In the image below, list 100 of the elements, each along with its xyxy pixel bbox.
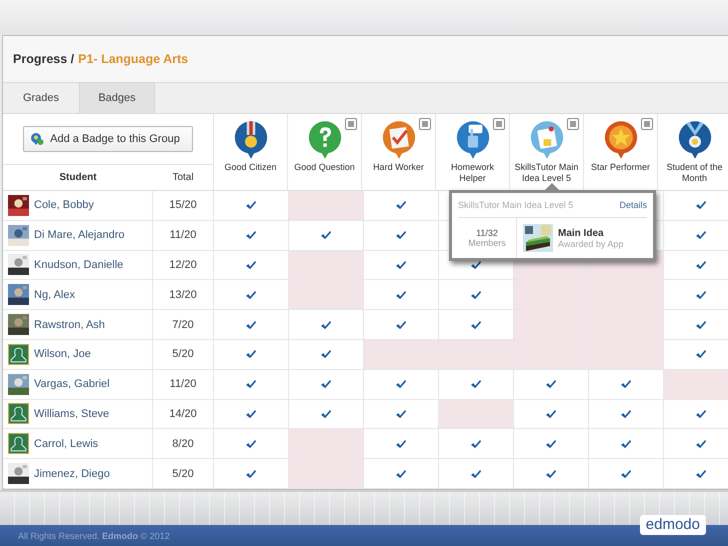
check-icon — [695, 408, 707, 419]
check-icon — [320, 379, 332, 390]
check-icon — [245, 438, 257, 449]
check-icon — [695, 468, 707, 479]
member-count: 11/32 — [476, 228, 498, 238]
check-icon — [545, 408, 557, 419]
copyright-text: All Rights Reserved. Edmodo © 2012 — [18, 530, 170, 540]
checkbox[interactable] — [345, 118, 357, 130]
check-icon — [320, 349, 332, 360]
student-name[interactable]: Di Mare, Alejandro — [34, 229, 124, 242]
question-badge-icon — [308, 120, 342, 160]
student-name[interactable]: Wilson, Joe — [34, 348, 91, 360]
student-name[interactable]: Cole, Bobby — [34, 199, 94, 212]
check-icon — [245, 468, 257, 479]
check-icon — [470, 290, 482, 300]
check-icon — [395, 260, 407, 270]
medal-badge-icon — [678, 120, 712, 160]
checkbox[interactable] — [419, 118, 431, 130]
check-icon — [320, 230, 332, 240]
check-icon — [395, 230, 407, 240]
logo: edmodo — [640, 515, 706, 535]
badge-name: Hard Worker — [372, 162, 425, 173]
check-icon — [245, 290, 257, 300]
column-header: Student — [58, 172, 98, 183]
badge-add-icon — [30, 132, 44, 146]
check-icon — [695, 290, 707, 300]
badge-name: Good Question — [293, 162, 356, 173]
check-icon — [695, 349, 707, 360]
check-icon — [395, 408, 407, 419]
avatar-icon — [8, 403, 29, 424]
check-icon — [545, 468, 557, 479]
checkmark-badge-icon — [382, 120, 416, 160]
badge-name: Student of the Month — [665, 162, 724, 184]
student-name[interactable]: Rawstron, Ash — [34, 318, 105, 331]
popover-title: SkillsTutor Main Idea Level 5 — [458, 200, 574, 210]
check-icon — [320, 320, 332, 330]
student-name[interactable]: Williams, Steve — [34, 408, 110, 420]
checkbox[interactable] — [641, 118, 653, 130]
avatar-icon — [8, 433, 29, 454]
table-cell: 5/20 — [153, 459, 214, 488]
avatar-icon — [8, 344, 29, 365]
check-icon — [395, 290, 407, 300]
student-name[interactable]: Vargas, Gabriel — [34, 378, 110, 390]
student-name[interactable]: Knudson, Danielle — [34, 258, 124, 271]
check-icon — [545, 379, 557, 390]
check-icon — [695, 230, 707, 240]
check-icon — [245, 230, 257, 240]
star-badge-icon — [604, 120, 638, 160]
tab[interactable]: Grades — [3, 83, 79, 113]
table-cell: 12/20 — [153, 250, 214, 280]
check-icon — [245, 349, 257, 360]
details-link[interactable]: Details — [619, 200, 647, 210]
check-icon — [395, 379, 407, 390]
check-icon — [395, 320, 407, 330]
check-icon — [245, 320, 257, 330]
table-cell: 11/20 — [153, 220, 214, 250]
tab[interactable]: Badges — [79, 83, 155, 113]
table-cell: 5/20 — [153, 340, 214, 369]
table-cell: 13/20 — [153, 280, 214, 310]
hand-badge-icon — [456, 120, 490, 160]
checkbox[interactable] — [493, 118, 505, 130]
check-icon — [395, 468, 407, 479]
check-icon — [395, 200, 407, 210]
check-icon — [245, 379, 257, 390]
check-icon — [470, 320, 482, 330]
group-title: P1- Language Arts — [78, 52, 188, 66]
check-icon — [695, 260, 707, 270]
student-name[interactable]: Ng, Alex — [34, 288, 75, 301]
check-icon — [395, 438, 407, 449]
app-note: Awarded by App — [558, 238, 624, 248]
student-name[interactable]: Jimenez, Diego — [34, 468, 110, 480]
table-cell: 15/20 — [153, 191, 214, 220]
check-icon — [245, 260, 257, 270]
card-badge-icon — [530, 120, 564, 160]
check-icon — [620, 408, 632, 419]
table-cell: 14/20 — [153, 400, 214, 428]
check-icon — [695, 320, 707, 330]
check-icon — [545, 438, 557, 449]
student-name[interactable]: Carrol, Lewis — [34, 438, 98, 450]
add-badge-button[interactable]: Add a Badge to this Group — [23, 126, 193, 152]
member-label: Members — [468, 238, 506, 248]
breadcrumb-root[interactable]: Progress / — [13, 52, 74, 66]
check-icon — [470, 379, 482, 390]
badge-name: SkillsTutor Main Idea Level 5 — [514, 162, 580, 184]
check-icon — [620, 468, 632, 479]
check-icon — [620, 379, 632, 390]
check-icon — [695, 200, 707, 210]
checkbox[interactable] — [567, 118, 579, 130]
table-cell: 8/20 — [153, 429, 214, 458]
check-icon — [695, 438, 707, 449]
check-icon — [470, 468, 482, 479]
table-cell: 7/20 — [153, 310, 214, 339]
badge-name: Good Citizen — [223, 162, 278, 173]
table-cell: 11/20 — [153, 370, 214, 399]
app-name: Main Idea — [558, 228, 605, 238]
medal-badge-icon — [234, 120, 268, 160]
column-header: Total — [171, 172, 195, 183]
badge-name: Star Performer — [590, 162, 651, 173]
check-icon — [470, 438, 482, 449]
badge-name: Homework Helper — [450, 162, 495, 184]
